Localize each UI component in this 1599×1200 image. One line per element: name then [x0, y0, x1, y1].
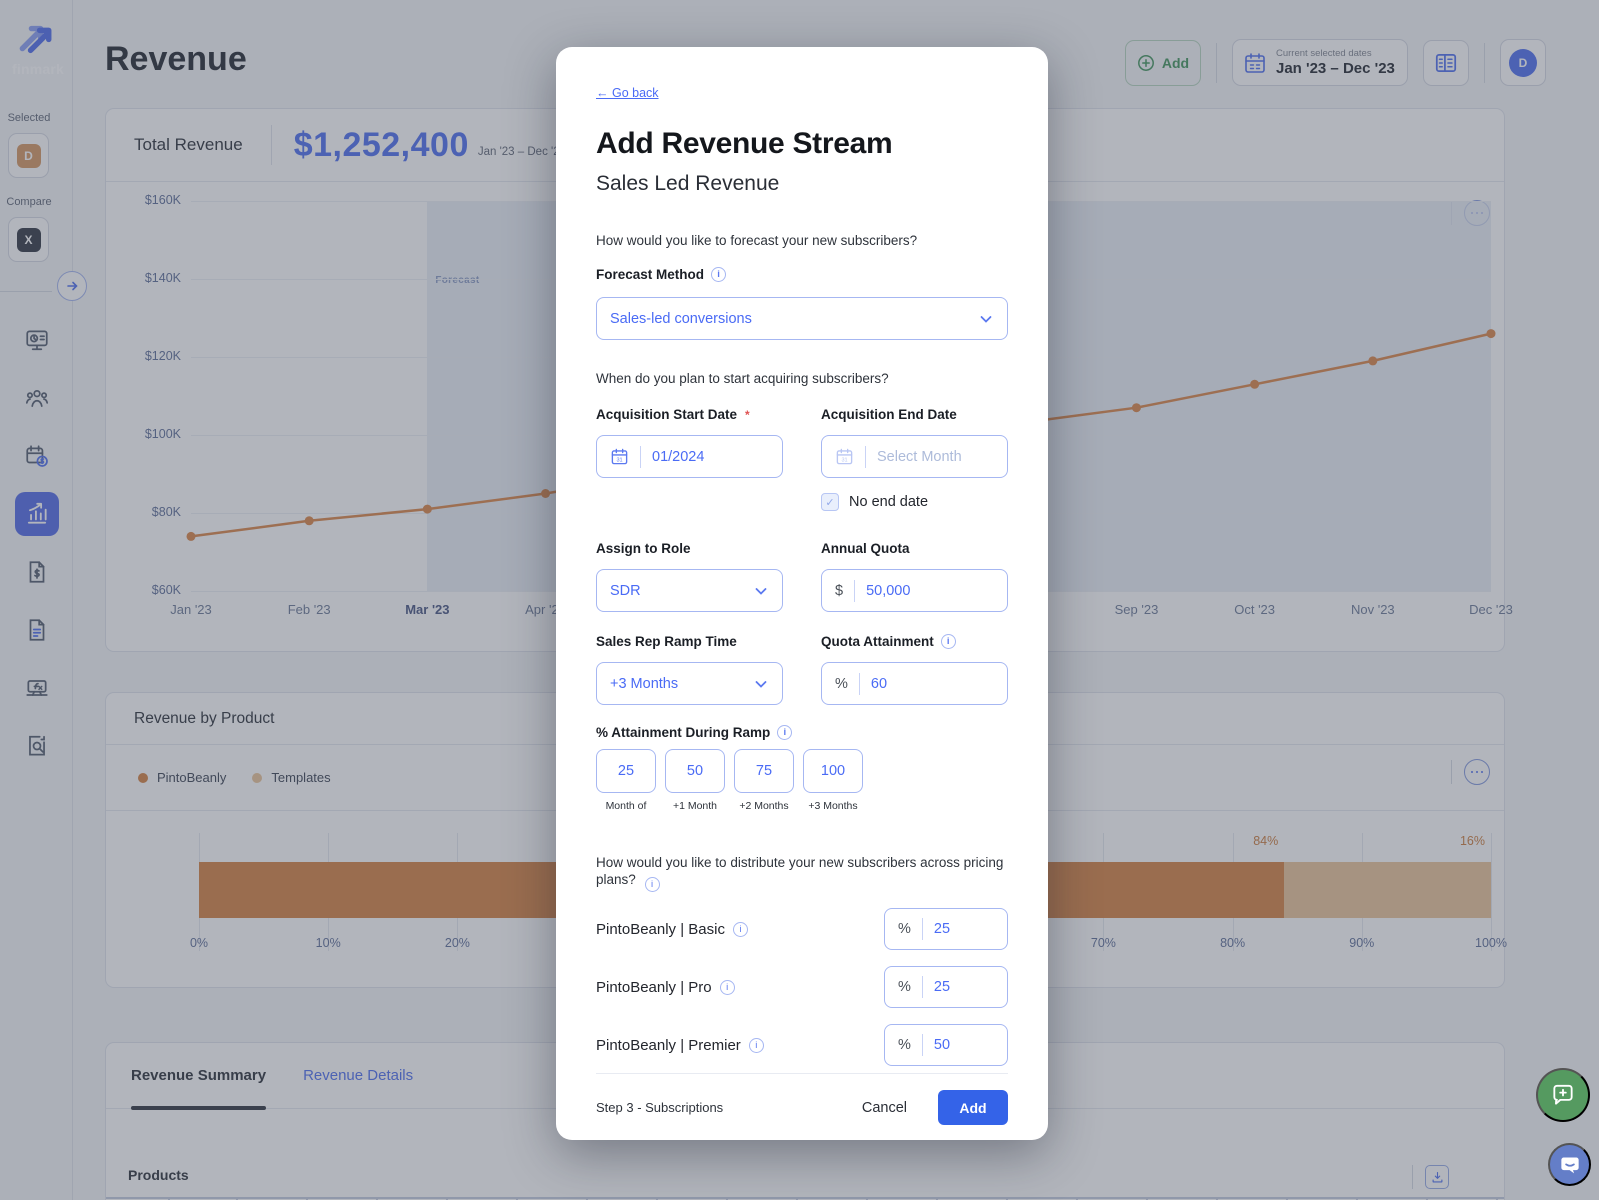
cancel-button[interactable]: Cancel [862, 1100, 907, 1116]
required-marker: * [745, 407, 750, 422]
calendar-icon: 31 [611, 448, 628, 465]
plan-basic-value: 25 [933, 921, 951, 937]
divider [865, 445, 866, 468]
plan-premier-value: 50 [933, 1037, 951, 1053]
plan-row-pro: PintoBeanly | Pro i % 25 [596, 966, 1008, 1008]
divider [858, 672, 860, 695]
quota-attainment-input[interactable]: % 60 [821, 662, 1008, 705]
distribute-question-wrap: How would you like to distribute your ne… [596, 854, 1008, 892]
acq-end-label: Acquisition End Date [821, 407, 957, 422]
annual-quota-value: 50,000 [866, 582, 911, 599]
plan-basic-name: PintoBeanly | Basic [596, 920, 725, 938]
quota-attainment-label-row: Quota Attainment i [821, 634, 1008, 649]
modal-footer: Step 3 - Subscriptions Cancel Add [596, 1090, 1008, 1125]
ramp-attainment-label-row: % Attainment During Ramp i [596, 725, 1008, 740]
acq-start-label-row: Acquisition Start Date * [596, 407, 783, 422]
forecast-method-label-row: Forecast Method i [596, 267, 1008, 282]
info-icon[interactable]: i [748, 1037, 764, 1053]
ramp-time-select[interactable]: +3 Months [596, 662, 783, 705]
acq-start-date-input[interactable]: 31 01/2024 [596, 435, 783, 478]
ramp-time-value: +3 Months [610, 675, 679, 692]
svg-text:31: 31 [841, 457, 847, 463]
ramp-month2-input[interactable]: 75 [734, 749, 794, 793]
divider [854, 579, 856, 602]
calendar-icon: 31 [836, 448, 853, 465]
assign-role-label: Assign to Role [596, 541, 691, 556]
no-end-date-label: No end date [849, 494, 929, 510]
annual-quota-input[interactable]: $ 50,000 [821, 569, 1008, 612]
info-icon[interactable]: i [732, 921, 748, 937]
plan-premier-name: PintoBeanly | Premier [596, 1036, 741, 1054]
assign-role-value: SDR [610, 582, 641, 599]
acq-start-label: Acquisition Start Date [596, 407, 738, 422]
svg-text:31: 31 [616, 457, 622, 463]
comment-plus-icon [1553, 1084, 1573, 1105]
ramp-month1-input[interactable]: 50 [665, 749, 725, 793]
currency-prefix: $ [835, 582, 844, 599]
ramp-month1-label: +1 Month [672, 800, 718, 812]
go-back-link[interactable]: ← Go back [596, 86, 659, 100]
plan-basic-input[interactable]: % 25 [884, 908, 1008, 950]
quota-attainment-label: Quota Attainment [821, 634, 934, 649]
plan-premier-input[interactable]: % 50 [884, 1024, 1008, 1066]
info-icon[interactable]: i [719, 979, 735, 995]
assign-role-select[interactable]: SDR [596, 569, 783, 612]
forecast-question: How would you like to forecast your new … [596, 233, 918, 248]
ramp-time-label: Sales Rep Ramp Time [596, 634, 737, 649]
add-comment-fab[interactable] [1536, 1068, 1590, 1122]
acq-end-label-row: Acquisition End Date [821, 407, 1008, 422]
plan-pro-name: PintoBeanly | Pro [596, 978, 712, 996]
divider [921, 1034, 923, 1056]
info-icon[interactable]: i [940, 634, 956, 649]
chevron-down-icon [980, 315, 992, 323]
chat-launcher-fab[interactable] [1548, 1143, 1591, 1186]
plan-pro-input[interactable]: % 25 [884, 966, 1008, 1008]
ramp-month3-input[interactable]: 100 [803, 749, 863, 793]
ramp-attainment-label: % Attainment During Ramp [596, 725, 771, 740]
modal-footer-divider [596, 1073, 1008, 1074]
quota-attainment-value: 60 [870, 675, 888, 692]
chevron-down-icon [755, 680, 767, 688]
acquire-question: When do you plan to start acquiring subs… [596, 371, 889, 386]
forecast-method-label: Forecast Method [596, 267, 705, 282]
forecast-method-value: Sales-led conversions [610, 310, 752, 327]
step-indicator: Step 3 - Subscriptions [596, 1100, 724, 1115]
no-end-date-checkbox[interactable] [821, 493, 839, 511]
modal-add-button[interactable]: Add [938, 1090, 1008, 1125]
ramp-month0-input[interactable]: 25 [596, 749, 656, 793]
modal-title: Add Revenue Stream [596, 127, 893, 160]
info-icon[interactable]: i [777, 725, 793, 740]
plan-pro-value: 25 [933, 979, 951, 995]
ramp-attainment-row: 25 Month of 50 +1 Month 75 +2 Months 100… [596, 749, 1008, 812]
annual-quota-label: Annual Quota [821, 541, 910, 556]
ramp-month0-label: Month of [605, 800, 647, 812]
divider [640, 445, 641, 468]
forecast-method-select[interactable]: Sales-led conversions [596, 297, 1008, 340]
divider [921, 918, 923, 940]
divider [921, 976, 923, 998]
chat-bubble-icon [1560, 1157, 1579, 1173]
info-icon[interactable]: i [644, 877, 660, 892]
ramp-month3-label: +3 Months [808, 800, 858, 812]
chevron-down-icon [755, 587, 767, 595]
app-root: finmark Selected D Compare X Revenue Add… [0, 0, 1599, 1200]
add-revenue-stream-modal: ← Go back Add Revenue Stream Sales Led R… [556, 47, 1048, 1140]
percent-prefix: % [835, 675, 848, 692]
modal-subtitle: Sales Led Revenue [596, 172, 780, 195]
ramp-month2-label: +2 Months [739, 800, 789, 812]
info-icon[interactable]: i [711, 267, 727, 282]
acq-end-placeholder: Select Month [877, 448, 962, 465]
no-end-date-row: No end date [821, 493, 1008, 511]
acq-start-value: 01/2024 [652, 448, 705, 465]
acq-end-date-input[interactable]: 31 Select Month [821, 435, 1008, 478]
plan-row-basic: PintoBeanly | Basic i % 25 [596, 908, 1008, 950]
plan-row-premier: PintoBeanly | Premier i % 50 [596, 1024, 1008, 1066]
